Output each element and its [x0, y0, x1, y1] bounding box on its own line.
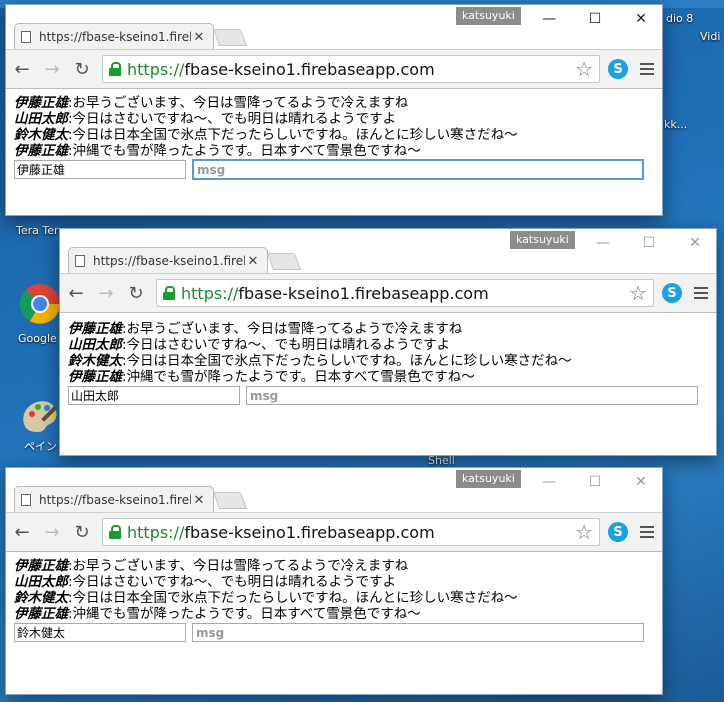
arrow-right-icon[interactable]: → [92, 279, 120, 307]
new-tab-button[interactable] [212, 492, 248, 509]
arrow-left-icon[interactable]: ← [62, 279, 90, 307]
tab-close-icon[interactable]: ✕ [245, 254, 261, 269]
url-text[interactable]: https://fbase-kseino1.firebaseapp.com [127, 523, 575, 542]
chrome-icon[interactable] [18, 282, 62, 326]
reload-icon[interactable]: ↻ [122, 279, 150, 307]
tab-active[interactable]: https://fbase-kseino1.fireb ✕ [14, 23, 214, 50]
tab-title: https://fbase-kseino1.fireb [93, 254, 245, 268]
msg-input[interactable] [246, 386, 698, 405]
new-tab-button[interactable] [266, 253, 302, 270]
arrow-right-icon[interactable]: → [38, 55, 66, 83]
desktop-label-kk: kk... [664, 118, 688, 131]
star-icon[interactable]: ☆ [575, 520, 593, 544]
title-bar[interactable]: katsuyuki — ☐ ✕ https://fbase-kseino1.fi… [6, 5, 662, 50]
lock-icon[interactable] [163, 286, 175, 300]
tab-title: https://fbase-kseino1.fireb [39, 493, 191, 507]
lock-icon[interactable] [109, 62, 121, 76]
close-icon[interactable]: ✕ [618, 5, 662, 33]
url-text[interactable]: https://fbase-kseino1.firebaseapp.com [181, 284, 629, 303]
arrow-left-icon[interactable]: ← [8, 55, 36, 83]
title-bar[interactable]: katsuyuki — ☐ ✕ https://fbase-kseino1.fi… [6, 468, 662, 513]
skype-icon[interactable]: S [608, 522, 628, 542]
chat-message: 伊藤正雄:沖縄でも雪が降ったようです。日本すべて雪景色ですね～ [68, 369, 475, 385]
desktop-label-vidi: Vidi [700, 30, 721, 43]
skype-icon[interactable]: S [662, 283, 682, 303]
hamburger-menu-icon[interactable] [694, 287, 708, 299]
chat-message: 伊藤正雄:お早うございます、今日は雪降ってるようで冷えますね [14, 558, 409, 574]
chat-message: 鈴木健太:今日は日本全国で氷点下だったらしいですね。ほんとに珍しい寒さだね～ [14, 127, 518, 143]
hamburger-menu-icon[interactable] [640, 526, 654, 538]
toolbar: ← → ↻ https://fbase-kseino1.firebaseapp.… [60, 273, 716, 313]
address-bar[interactable]: https://fbase-kseino1.firebaseapp.com ☆ [102, 518, 600, 546]
profile-badge[interactable]: katsuyuki [456, 470, 521, 488]
maximize-icon[interactable]: ☐ [572, 5, 618, 33]
tab-title: https://fbase-kseino1.fireb [39, 30, 191, 44]
arrow-right-icon[interactable]: → [38, 518, 66, 546]
chat-content: 伊藤正雄:お早うございます、今日は雪降ってるようで冷えますね 山田太郎:今日はさ… [6, 89, 662, 186]
chat-form [14, 159, 654, 180]
browser-window-3[interactable]: katsuyuki — ☐ ✕ https://fbase-kseino1.fi… [5, 467, 663, 695]
browser-window-2[interactable]: katsuyuki — ☐ ✕ https://fbase-kseino1.fi… [59, 228, 717, 456]
chat-message: 鈴木健太:今日は日本全国で氷点下だったらしいですね。ほんとに珍しい寒さだね～ [14, 590, 518, 606]
browser-window-1[interactable]: katsuyuki — ☐ ✕ https://fbase-kseino1.fi… [5, 4, 663, 216]
msg-input[interactable] [192, 159, 644, 180]
chat-message: 伊藤正雄:沖縄でも雪が降ったようです。日本すべて雪景色ですね～ [14, 143, 421, 159]
maximize-icon[interactable]: ☐ [572, 468, 618, 496]
chat-content: 伊藤正雄:お早うございます、今日は雪降ってるようで冷えますね 山田太郎:今日はさ… [60, 313, 716, 411]
chat-message: 伊藤正雄:沖縄でも雪が降ったようです。日本すべて雪景色ですね～ [14, 606, 421, 622]
chat-content: 伊藤正雄:お早うございます、今日は雪降ってるようで冷えますね 山田太郎:今日はさ… [6, 552, 662, 648]
title-bar[interactable]: katsuyuki — ☐ ✕ https://fbase-kseino1.fi… [60, 229, 716, 274]
name-input[interactable] [14, 160, 186, 179]
profile-badge[interactable]: katsuyuki [456, 7, 521, 25]
lock-icon[interactable] [109, 525, 121, 539]
close-icon[interactable]: ✕ [618, 468, 662, 496]
toolbar: ← → ↻ https://fbase-kseino1.firebaseapp.… [6, 49, 662, 89]
address-bar[interactable]: https://fbase-kseino1.firebaseapp.com ☆ [102, 55, 600, 83]
chat-message: 山田太郎:今日はさむいですね～、でも明日は晴れるようですよ [68, 337, 451, 353]
tab-active[interactable]: https://fbase-kseino1.fireb ✕ [14, 486, 214, 513]
page-icon [21, 494, 31, 506]
new-tab-button[interactable] [212, 29, 248, 46]
reload-icon[interactable]: ↻ [68, 55, 96, 83]
hamburger-menu-icon[interactable] [640, 63, 654, 75]
arrow-left-icon[interactable]: ← [8, 518, 36, 546]
tab-active[interactable]: https://fbase-kseino1.fireb ✕ [68, 247, 268, 274]
minimize-icon[interactable]: — [580, 229, 626, 257]
star-icon[interactable]: ☆ [575, 57, 593, 81]
paint-icon[interactable] [18, 394, 62, 438]
page-icon [75, 255, 85, 267]
close-icon[interactable]: ✕ [672, 229, 716, 257]
desktop-label-studio: dio 8 [666, 12, 694, 25]
chat-message: 山田太郎:今日はさむいですね～、でも明日は晴れるようですよ [14, 574, 397, 590]
skype-icon[interactable]: S [608, 59, 628, 79]
minimize-icon[interactable]: — [526, 468, 572, 496]
tab-close-icon[interactable]: ✕ [191, 493, 207, 508]
chat-message: 伊藤正雄:お早うございます、今日は雪降ってるようで冷えますね [68, 321, 463, 337]
maximize-icon[interactable]: ☐ [626, 229, 672, 257]
star-icon[interactable]: ☆ [629, 281, 647, 305]
name-input[interactable] [68, 386, 240, 405]
name-input[interactable] [14, 623, 186, 642]
chat-form [68, 386, 708, 405]
page-icon [21, 31, 31, 43]
chat-message: 山田太郎:今日はさむいですね～、でも明日は晴れるようですよ [14, 111, 397, 127]
profile-badge[interactable]: katsuyuki [510, 231, 575, 249]
minimize-icon[interactable]: — [526, 5, 572, 33]
address-bar[interactable]: https://fbase-kseino1.firebaseapp.com ☆ [156, 279, 654, 307]
chat-form [14, 623, 654, 642]
chat-message: 伊藤正雄:お早うございます、今日は雪降ってるようで冷えますね [14, 95, 409, 111]
url-text[interactable]: https://fbase-kseino1.firebaseapp.com [127, 60, 575, 79]
tab-close-icon[interactable]: ✕ [191, 30, 207, 45]
chat-message: 鈴木健太:今日は日本全国で氷点下だったらしいですね。ほんとに珍しい寒さだね～ [68, 353, 572, 369]
msg-input[interactable] [192, 623, 644, 642]
toolbar: ← → ↻ https://fbase-kseino1.firebaseapp.… [6, 512, 662, 552]
reload-icon[interactable]: ↻ [68, 518, 96, 546]
